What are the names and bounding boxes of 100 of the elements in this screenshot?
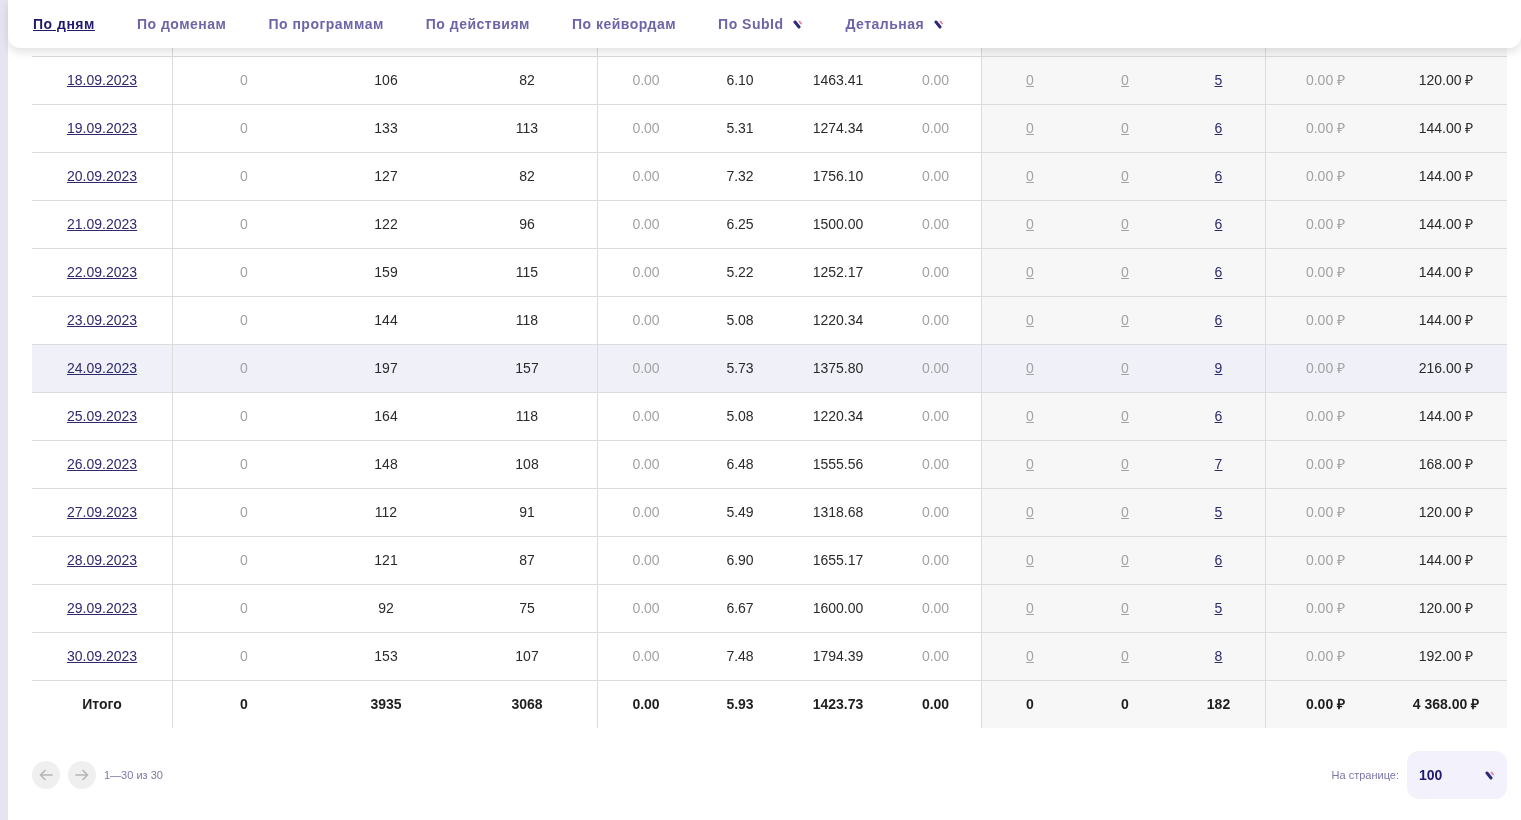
table-cell-text: 112 [374, 503, 398, 522]
tab[interactable]: По действиям [425, 13, 530, 35]
table-cell-text: 6.10 [726, 71, 754, 90]
tab[interactable]: По программам [268, 13, 384, 35]
table-cell-text: 0.00 [632, 455, 660, 474]
count-link[interactable]: 5 [1214, 502, 1223, 523]
count-link[interactable]: 6 [1214, 214, 1223, 235]
count-link[interactable]: 9 [1214, 358, 1223, 379]
table-cell-text: 159 [374, 263, 398, 282]
table-cell-text: 1318.68 [812, 503, 864, 522]
table-cell-text: 0.00 ₽ [1305, 455, 1346, 474]
table-cell-text: 6.48 [726, 455, 754, 474]
date-link[interactable]: 28.09.2023 [66, 550, 138, 571]
count-link[interactable]: 6 [1214, 550, 1223, 571]
table-cell-text: 7.48 [726, 647, 754, 666]
table-cell-text: 1500.00 [812, 215, 864, 234]
table-cell-text: 168.00 ₽ [1418, 455, 1474, 474]
table-cell-text: 0 [240, 311, 248, 330]
count-link[interactable]: 5 [1214, 70, 1223, 91]
date-link[interactable]: 18.09.2023 [66, 70, 138, 91]
table-cell-text: 0 [240, 215, 248, 234]
table-cell-text: 0.00 [921, 215, 950, 234]
table-cell-text: 1555.56 [812, 455, 864, 474]
table-cell-text: 92 [378, 599, 394, 618]
count-link[interactable]: 6 [1214, 118, 1223, 139]
table-cell-text: 0.00 [632, 71, 660, 90]
table-cell-text: 148 [374, 455, 398, 474]
total-value: 0.00 [632, 695, 660, 714]
table-cell-text: 91 [519, 503, 535, 522]
table-cell-text: 1756.10 [812, 167, 864, 186]
table-cell-text: 0 [240, 263, 248, 282]
table-cell-text: 0.00 ₽ [1305, 359, 1346, 378]
table-cell-text: 5.31 [726, 119, 754, 138]
table-cell-text: 7.32 [726, 167, 754, 186]
date-link[interactable]: 25.09.2023 [66, 406, 138, 427]
count-link[interactable]: 8 [1214, 646, 1223, 667]
table-cell-text: 133 [374, 119, 398, 138]
table-cell-text: 1375.80 [812, 359, 864, 378]
tab[interactable]: По SubId [718, 13, 804, 35]
date-link[interactable]: 22.09.2023 [66, 262, 138, 283]
count-link[interactable]: 6 [1214, 310, 1223, 331]
table-cell-text: 113 [515, 119, 539, 138]
table-cell-text: 144.00 ₽ [1418, 407, 1474, 426]
table-cell-text: 0.00 [921, 359, 950, 378]
table-cell-text: 0.00 [632, 407, 660, 426]
total-value: 1423.73 [812, 695, 864, 714]
count-link[interactable]: 6 [1214, 166, 1223, 187]
table-cell-text: 6.90 [726, 551, 754, 570]
count-link[interactable]: 5 [1214, 598, 1223, 619]
date-link[interactable]: 19.09.2023 [66, 118, 138, 139]
date-link[interactable]: 30.09.2023 [66, 646, 138, 667]
table-cell-text: 144.00 ₽ [1418, 167, 1474, 186]
date-link[interactable]: 27.09.2023 [66, 502, 138, 523]
table-cell-text: 107 [515, 647, 539, 666]
table-cell-text: 0.00 [921, 263, 950, 282]
per-page-select[interactable]: 100 [1407, 751, 1507, 799]
date-link[interactable]: 29.09.2023 [66, 598, 138, 619]
table-cell-text: 121 [374, 551, 398, 570]
date-link[interactable]: 26.09.2023 [66, 454, 138, 475]
table-cell-text: 5.22 [726, 263, 754, 282]
table-cell-text: 0.00 ₽ [1305, 503, 1346, 522]
tab[interactable]: По доменам [136, 13, 227, 35]
table-cell-text: 5.73 [726, 359, 754, 378]
total-value: 5.93 [726, 695, 754, 714]
date-link[interactable]: 21.09.2023 [66, 214, 138, 235]
table-cell-text: 1220.34 [812, 311, 864, 330]
date-link[interactable]: 24.09.2023 [66, 358, 138, 379]
table-cell-text: 0 [240, 407, 248, 426]
table-cell-text: 197 [374, 359, 398, 378]
table-cell-text: 144.00 ₽ [1418, 263, 1474, 282]
table-cell-text: 0.00 ₽ [1305, 647, 1346, 666]
table-cell-text: 96 [519, 215, 535, 234]
table-cell-text: 1463.41 [812, 71, 864, 90]
table-cell-text: 82 [519, 71, 535, 90]
table-cell-text: 0.00 [921, 119, 950, 138]
count-link[interactable]: 6 [1214, 406, 1223, 427]
tab[interactable]: По кейвордам [571, 13, 677, 35]
count-link[interactable]: 6 [1214, 262, 1223, 283]
table-cell-text: 1600.00 [812, 599, 864, 618]
tab[interactable]: Детальная [845, 13, 945, 35]
table-cell-text: 0.00 [921, 167, 950, 186]
date-link[interactable]: 20.09.2023 [66, 166, 138, 187]
date-link[interactable]: 23.09.2023 [66, 310, 138, 331]
table-cell-text: 0.00 [632, 599, 660, 618]
total-value: 0 [1121, 695, 1129, 714]
table-cell-text: 0.00 ₽ [1305, 167, 1346, 186]
table-cell-text: 0 [240, 71, 248, 90]
table-cell-text: 0.00 [921, 311, 950, 330]
table-cell-text: 5.49 [726, 503, 754, 522]
table-cell-text: 1220.34 [812, 407, 864, 426]
table-cell-text: 0.00 [921, 455, 950, 474]
table-cell-text: 0.00 [632, 119, 660, 138]
count-link[interactable]: 7 [1214, 454, 1223, 475]
table-cell-text: 0.00 [632, 503, 660, 522]
tab[interactable]: По дням [33, 13, 95, 35]
table-cell-text: 0 [240, 551, 248, 570]
table-cell-text: 82 [519, 167, 535, 186]
table-cell-text: 1655.17 [812, 551, 864, 570]
table-cell-text: 0.00 ₽ [1305, 599, 1346, 618]
table-cell-text: 0.00 ₽ [1305, 119, 1346, 138]
